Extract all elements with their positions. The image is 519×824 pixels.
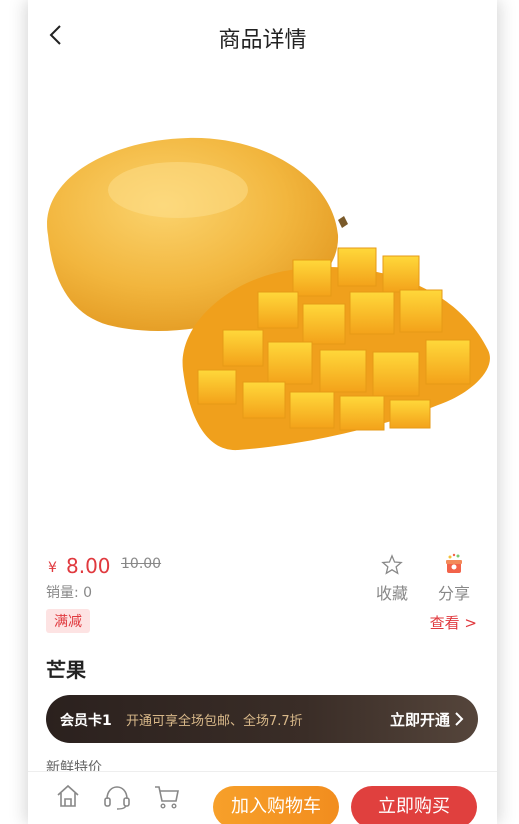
product-name: 芒果 — [46, 658, 86, 682]
headset-icon — [104, 786, 130, 810]
member-card-banner[interactable]: 会员卡1 开通可享全场包邮、全场7.7折 立即开通 — [46, 695, 478, 743]
view-promotion-link[interactable]: 查看 > — [430, 612, 477, 633]
product-image — [28, 70, 497, 540]
member-card-title: 会员卡1 — [60, 713, 112, 729]
buy-now-button[interactable]: 立即购买 — [351, 786, 477, 824]
cart-icon — [155, 786, 179, 809]
discount-tag[interactable]: 满减 — [46, 609, 90, 633]
header: 商品详情 — [28, 0, 497, 72]
home-icon — [57, 784, 79, 807]
sales-count: 销量: 0 — [46, 585, 93, 601]
share-button[interactable]: 分享 — [432, 552, 476, 604]
price-row: ¥ 8.00 10.00 销量: 0 收藏 分享 — [46, 550, 486, 610]
page-title: 商品详情 — [218, 28, 307, 53]
member-card-desc: 开通可享全场包邮、全场7.7折 — [126, 714, 303, 729]
add-to-cart-button[interactable]: 加入购物车 — [213, 786, 339, 824]
bottom-action-bar: 加入购物车 立即购买 — [28, 771, 497, 824]
favorite-label: 收藏 — [375, 584, 408, 603]
customer-service-button[interactable] — [102, 782, 132, 812]
share-label: 分享 — [437, 584, 470, 603]
gift-icon — [446, 553, 462, 573]
price: 8.00 — [66, 554, 111, 578]
currency-symbol: ¥ — [48, 560, 57, 576]
page-frame: 商品详情 ¥ 8.00 10.00 销量: 0 收藏 分享 满减 查看 > 芒果… — [28, 0, 497, 824]
star-icon — [381, 554, 403, 575]
member-open-button[interactable]: 立即开通 — [390, 709, 450, 730]
chevron-right-icon — [455, 712, 464, 726]
home-button[interactable] — [54, 782, 84, 812]
cart-button[interactable] — [152, 782, 182, 812]
favorite-button[interactable]: 收藏 — [372, 554, 412, 604]
original-price: 10.00 — [121, 556, 162, 572]
